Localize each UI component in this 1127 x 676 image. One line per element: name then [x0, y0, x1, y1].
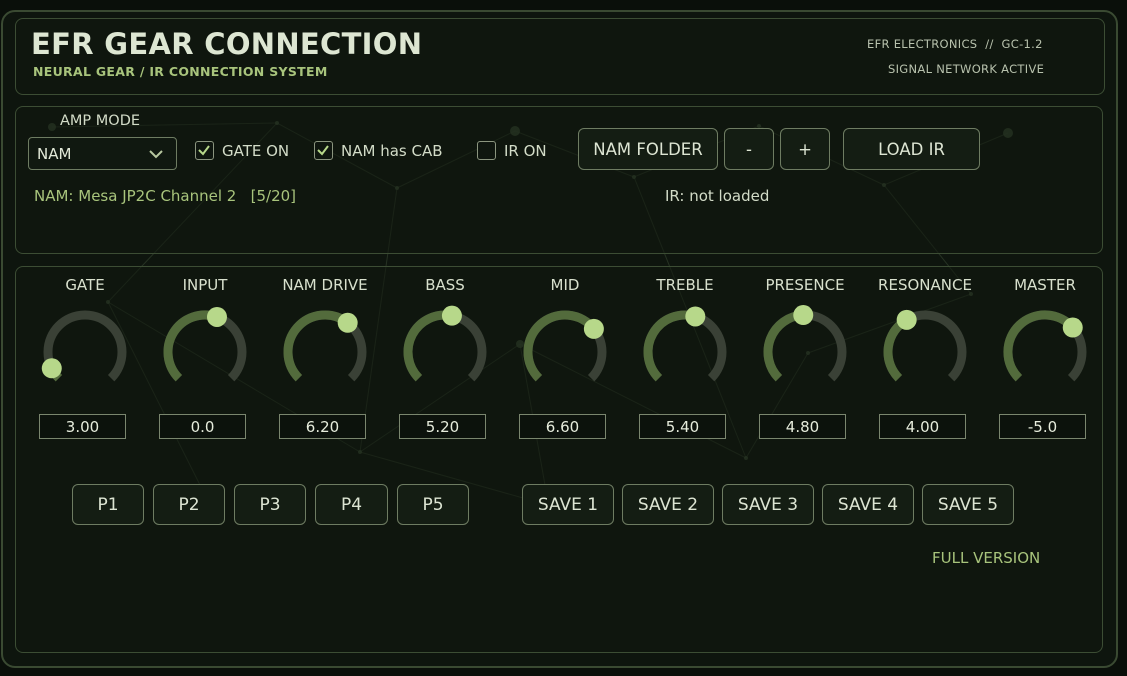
- previous-model-button[interactable]: -: [724, 128, 774, 170]
- knob-value[interactable]: 6.20: [279, 414, 366, 439]
- knob-label: NAM DRIVE: [282, 276, 368, 294]
- knob-dial[interactable]: [159, 298, 251, 390]
- preset-button-2[interactable]: P2: [153, 484, 225, 525]
- gate-on-box[interactable]: [195, 141, 214, 160]
- knob-handle: [685, 306, 706, 327]
- nam-folder-button[interactable]: NAM FOLDER: [578, 128, 718, 170]
- knob-label: TREBLE: [656, 276, 714, 294]
- preset-button-3[interactable]: P3: [234, 484, 306, 525]
- chevron-down-icon: [149, 150, 163, 159]
- ir-on-label: IR ON: [504, 141, 547, 160]
- knob-value[interactable]: -5.0: [999, 414, 1086, 439]
- knob-handle: [583, 318, 604, 339]
- knob-fill: [403, 310, 453, 382]
- preset-button-1[interactable]: P1: [72, 484, 144, 525]
- checkmark-icon: [317, 145, 329, 156]
- preset-button-5[interactable]: P5: [397, 484, 469, 525]
- knob-dial[interactable]: [399, 298, 491, 390]
- next-model-button[interactable]: +: [780, 128, 830, 170]
- checkmark-icon: [198, 145, 210, 156]
- knob-value[interactable]: 4.80: [759, 414, 846, 439]
- knob-fill: [163, 310, 219, 382]
- knob-label: INPUT: [182, 276, 228, 294]
- nam-has-cab-label: NAM has CAB: [341, 141, 443, 160]
- ir-on-checkbox[interactable]: IR ON: [477, 141, 547, 160]
- knob-handle: [337, 312, 358, 333]
- knob-fill: [523, 310, 598, 382]
- gate-on-label: GATE ON: [222, 141, 290, 160]
- amp-mode-select[interactable]: NAM: [28, 137, 177, 170]
- amp-mode-value: NAM: [37, 144, 72, 163]
- knob-handle: [206, 306, 227, 327]
- knob-value[interactable]: 0.0: [159, 414, 246, 439]
- knob-handle: [41, 358, 62, 379]
- save-button-4[interactable]: SAVE 4: [822, 484, 914, 525]
- save-button-5[interactable]: SAVE 5: [922, 484, 1014, 525]
- vendor-version: EFR ELECTRONICS // GC-1.2: [867, 37, 1043, 51]
- knob-dial[interactable]: [519, 298, 611, 390]
- knob-handle: [793, 305, 814, 326]
- knob-value[interactable]: 3.00: [39, 414, 126, 439]
- knob-label: GATE: [65, 276, 105, 294]
- ir-on-box[interactable]: [477, 141, 496, 160]
- ir-status: IR: not loaded: [665, 187, 770, 205]
- knob-fill: [1003, 310, 1077, 382]
- app-subtitle: NEURAL GEAR / IR CONNECTION SYSTEM: [33, 64, 328, 79]
- knob-fill: [763, 310, 804, 382]
- knob-fill: [643, 310, 697, 382]
- knob-label: MID: [550, 276, 580, 294]
- network-status: SIGNAL NETWORK ACTIVE: [888, 62, 1045, 76]
- app-title: EFR GEAR CONNECTION: [31, 27, 423, 61]
- knob-dial[interactable]: [879, 298, 971, 390]
- knob-value[interactable]: 6.60: [519, 414, 606, 439]
- knob-dial[interactable]: [999, 298, 1091, 390]
- nam-has-cab-checkbox[interactable]: NAM has CAB: [314, 141, 443, 160]
- knob-dial[interactable]: [279, 298, 371, 390]
- knob-handle: [896, 309, 917, 330]
- amp-mode-label: AMP MODE: [60, 113, 141, 129]
- knob-value[interactable]: 4.00: [879, 414, 966, 439]
- knob-dial[interactable]: [639, 298, 731, 390]
- knob-label: PRESENCE: [765, 276, 845, 294]
- nam-model-status: NAM: Mesa JP2C Channel 2 [5/20]: [34, 187, 297, 205]
- load-ir-button[interactable]: LOAD IR: [843, 128, 980, 170]
- save-button-1[interactable]: SAVE 1: [522, 484, 614, 525]
- gate-on-checkbox[interactable]: GATE ON: [195, 141, 289, 160]
- preset-button-4[interactable]: P4: [315, 484, 388, 525]
- knob-dial[interactable]: [759, 298, 851, 390]
- knob-handle: [1062, 317, 1083, 338]
- knob-dial[interactable]: [39, 298, 131, 390]
- save-button-3[interactable]: SAVE 3: [722, 484, 814, 525]
- knob-label: BASS: [425, 276, 465, 294]
- full-version-label: FULL VERSION: [932, 549, 1041, 567]
- save-button-2[interactable]: SAVE 2: [622, 484, 714, 525]
- knob-value[interactable]: 5.20: [399, 414, 486, 439]
- knob-value[interactable]: 5.40: [639, 414, 726, 439]
- knob-label: RESONANCE: [878, 276, 972, 294]
- knob-label: MASTER: [1014, 276, 1076, 294]
- knob-handle: [441, 305, 462, 326]
- nam-has-cab-box[interactable]: [314, 141, 333, 160]
